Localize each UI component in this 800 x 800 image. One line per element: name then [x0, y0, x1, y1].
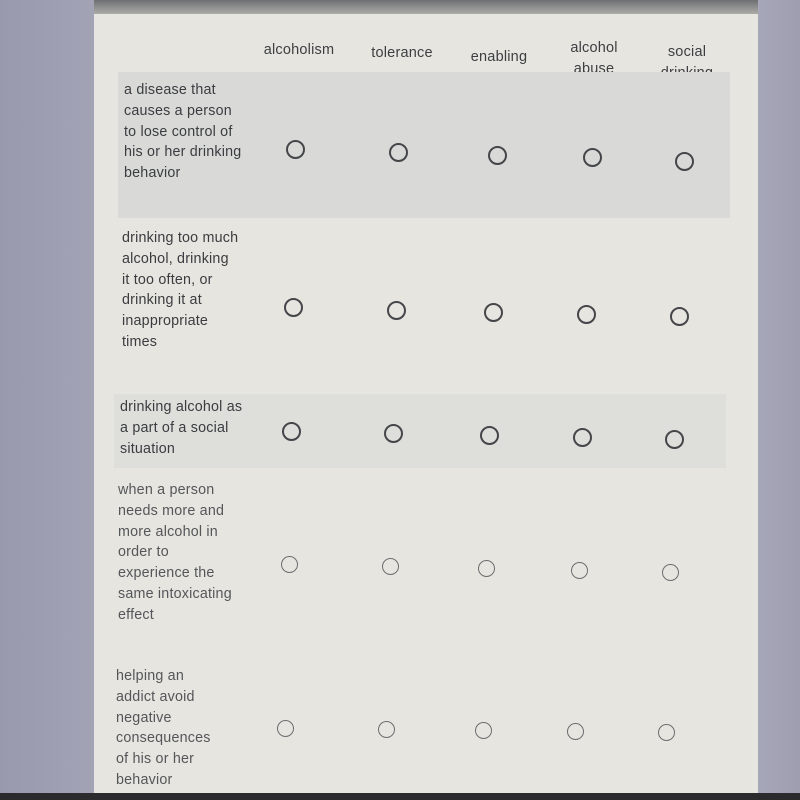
radio-tolerance[interactable] — [384, 424, 403, 443]
radio-social-drinking[interactable] — [665, 430, 684, 449]
radio-enabling[interactable] — [475, 722, 492, 739]
question-row: drinking alcohol as a part of a social s… — [114, 394, 726, 468]
row-label: when a person needs more and more alcoho… — [118, 482, 232, 623]
matching-question-grid: alcoholism tolerance enabling alcohol ab… — [94, 14, 758, 793]
radio-alcohol-abuse[interactable] — [571, 562, 588, 579]
radio-enabling[interactable] — [488, 146, 507, 165]
radio-tolerance[interactable] — [389, 143, 408, 162]
radio-alcohol-abuse[interactable] — [577, 305, 596, 324]
radio-tolerance[interactable] — [378, 721, 395, 738]
radio-alcohol-abuse[interactable] — [567, 723, 584, 740]
radio-alcohol-abuse[interactable] — [583, 148, 602, 167]
radio-alcoholism[interactable] — [277, 720, 294, 737]
question-row: when a person needs more and more alcoho… — [112, 476, 724, 656]
row-label: helping an addict avoid negative consequ… — [116, 668, 211, 788]
row-label: drinking too much alcohol, drinking it t… — [122, 230, 239, 350]
column-header-tolerance: tolerance — [371, 45, 433, 61]
radio-social-drinking[interactable] — [662, 564, 679, 581]
monitor-bottom-edge — [0, 793, 800, 800]
column-header-enabling: enabling — [470, 49, 528, 65]
question-row: helping an addict avoid negative consequ… — [110, 662, 722, 792]
column-header-alcoholism: alcoholism — [263, 42, 335, 58]
radio-alcohol-abuse[interactable] — [573, 428, 592, 447]
monitor-bezel-left — [0, 0, 94, 800]
radio-alcoholism[interactable] — [284, 298, 303, 317]
question-row: a disease that causes a person to lose c… — [118, 72, 730, 218]
radio-social-drinking[interactable] — [670, 307, 689, 326]
radio-social-drinking[interactable] — [658, 724, 675, 741]
radio-tolerance[interactable] — [387, 301, 406, 320]
row-label: drinking alcohol as a part of a social s… — [120, 399, 243, 457]
radio-tolerance[interactable] — [382, 558, 399, 575]
radio-enabling[interactable] — [484, 303, 503, 322]
radio-alcoholism[interactable] — [281, 556, 298, 573]
radio-alcoholism[interactable] — [282, 422, 301, 441]
monitor-bezel-right — [758, 0, 800, 800]
row-label: a disease that causes a person to lose c… — [124, 82, 242, 182]
radio-social-drinking[interactable] — [675, 152, 694, 171]
radio-enabling[interactable] — [478, 560, 495, 577]
question-row: drinking too much alcohol, drinking it t… — [116, 224, 728, 394]
radio-enabling[interactable] — [480, 426, 499, 445]
radio-alcoholism[interactable] — [286, 140, 305, 159]
